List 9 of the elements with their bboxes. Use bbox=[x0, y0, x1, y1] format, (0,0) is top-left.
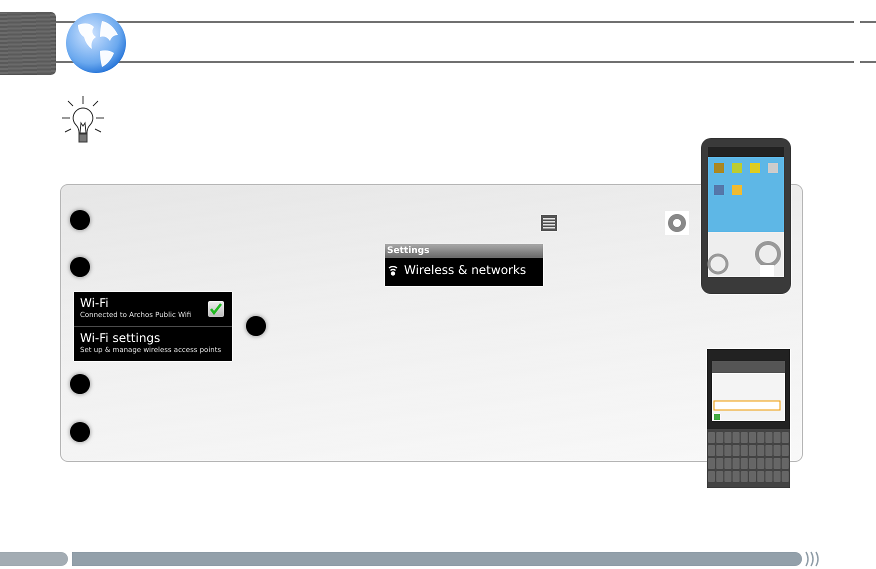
setting-title: Wi-Fi bbox=[80, 296, 109, 311]
wifi-icon bbox=[388, 264, 398, 276]
menu-item-label: Wireless & networks bbox=[404, 263, 526, 277]
footer-bar bbox=[0, 552, 68, 566]
globe-icon bbox=[64, 11, 128, 75]
settings-title: Settings bbox=[385, 244, 543, 258]
setting-title: Wi-Fi settings bbox=[80, 331, 160, 346]
settings-icon bbox=[665, 211, 689, 235]
menu-icon bbox=[541, 215, 557, 231]
